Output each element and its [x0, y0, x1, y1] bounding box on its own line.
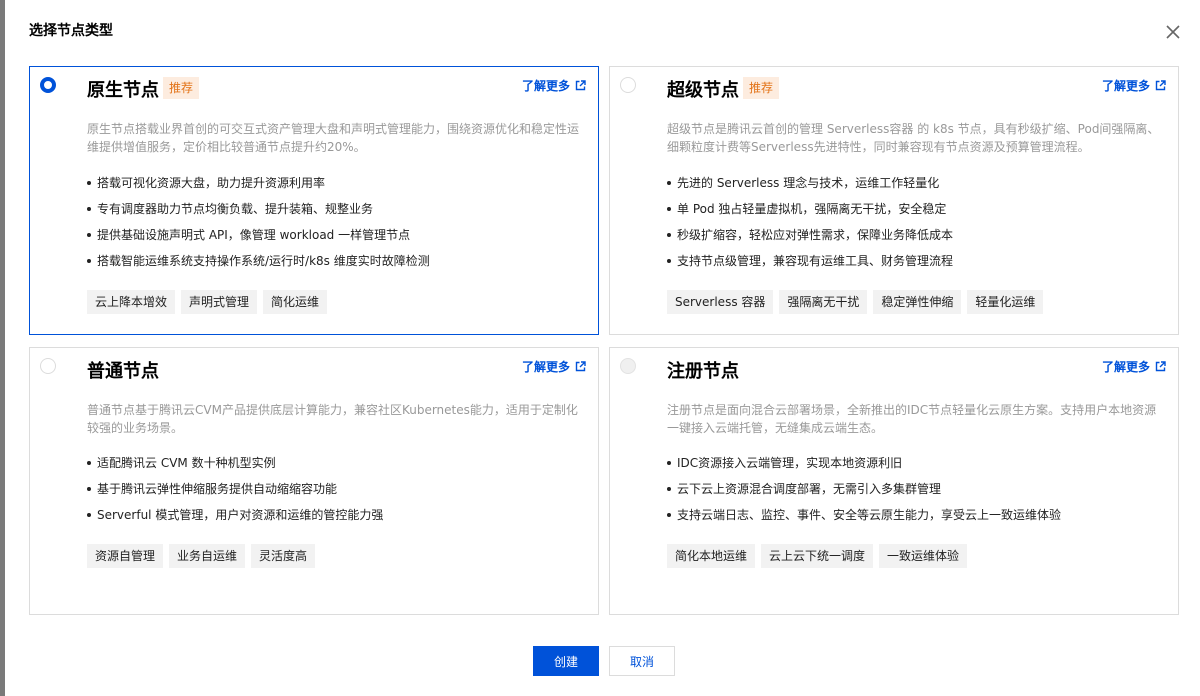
- feature-item: 云下云上资源混合调度部署，无需引入多集群管理: [667, 476, 1061, 502]
- tag: 灵活度高: [251, 544, 316, 568]
- tag-list: 资源自管理 业务自运维 灵活度高: [87, 544, 316, 568]
- feature-item: 搭载智能运维系统支持操作系统/运行时/k8s 维度实时故障检测: [87, 248, 430, 274]
- tag: 简化本地运维: [667, 544, 756, 568]
- feature-item: 支持节点级管理，兼容现有运维工具、财务管理流程: [667, 248, 953, 274]
- external-link-icon: [1155, 80, 1166, 91]
- radio-super-node[interactable]: [620, 77, 636, 93]
- feature-item: 单 Pod 独占轻量虚拟机，强隔离无干扰，安全稳定: [667, 196, 953, 222]
- feature-list: IDC资源接入云端管理，实现本地资源利旧 云下云上资源混合调度部署，无需引入多集…: [667, 450, 1061, 528]
- external-link-icon: [1155, 361, 1166, 372]
- feature-item: 基于腾讯云弹性伸缩服务提供自动缩缩容功能: [87, 476, 383, 502]
- card-title: 超级节点: [667, 80, 739, 101]
- tag: 稳定弹性伸缩: [873, 290, 962, 314]
- learn-more-link[interactable]: 了解更多: [522, 358, 586, 375]
- learn-more-label: 了解更多: [1101, 360, 1150, 374]
- dialog-title: 选择节点类型: [29, 23, 113, 39]
- close-icon[interactable]: [1165, 24, 1181, 40]
- tag: 云上降本增效: [87, 290, 176, 314]
- card-description: 原生节点搭载业界首创的可交互式资产管理大盘和声明式管理能力，围绕资源优化和稳定性…: [87, 122, 580, 154]
- create-button[interactable]: 创建: [533, 646, 599, 676]
- learn-more-label: 了解更多: [1101, 79, 1150, 93]
- feature-list: 适配腾讯云 CVM 数十种机型实例 基于腾讯云弹性伸缩服务提供自动缩缩容功能 S…: [87, 450, 383, 528]
- card-description: 普通节点基于腾讯云CVM产品提供底层计算能力，兼容社区Kubernetes能力，…: [87, 403, 578, 435]
- cancel-button[interactable]: 取消: [609, 646, 675, 676]
- tag-list: 简化本地运维 云上云下统一调度 一致运维体验: [667, 544, 968, 568]
- feature-item: 专有调度器助力节点均衡负载、提升装箱、规整业务: [87, 196, 430, 222]
- feature-item: 提供基础设施声明式 API，像管理 workload 一样管理节点: [87, 222, 430, 248]
- external-link-icon: [575, 80, 586, 91]
- card-super-node[interactable]: 超级节点 推荐 了解更多 超级节点是腾讯云首创的管理 Serverless容器 …: [609, 66, 1179, 335]
- tag: 轻量化运维: [967, 290, 1044, 314]
- feature-item: 先进的 Serverless 理念与技术，运维工作轻量化: [667, 170, 953, 196]
- learn-more-link[interactable]: 了解更多: [522, 77, 586, 94]
- card-title: 普通节点: [87, 361, 159, 382]
- radio-native-node[interactable]: [40, 77, 56, 93]
- tag: Serverless 容器: [667, 290, 774, 314]
- tag: 一致运维体验: [879, 544, 968, 568]
- learn-more-link[interactable]: 了解更多: [1102, 358, 1166, 375]
- learn-more-label: 了解更多: [521, 79, 570, 93]
- tag: 业务自运维: [169, 544, 246, 568]
- card-description: 超级节点是腾讯云首创的管理 Serverless容器 的 k8s 节点，具有秒级…: [667, 122, 1160, 154]
- feature-item: 适配腾讯云 CVM 数十种机型实例: [87, 450, 383, 476]
- recommend-badge: 推荐: [163, 77, 200, 99]
- feature-item: 搭载可视化资源大盘，助力提升资源利用率: [87, 170, 430, 196]
- tag: 强隔离无干扰: [779, 290, 868, 314]
- card-normal-node[interactable]: 普通节点 了解更多 普通节点基于腾讯云CVM产品提供底层计算能力，兼容社区Kub…: [29, 347, 599, 615]
- feature-list: 先进的 Serverless 理念与技术，运维工作轻量化 单 Pod 独占轻量虚…: [667, 170, 953, 274]
- tag-list: Serverless 容器 强隔离无干扰 稳定弹性伸缩 轻量化运维: [667, 290, 1044, 314]
- select-node-type-dialog: 选择节点类型 原生节点 推荐 了解更多 原生节点搭载业界首创的可交互式资产管理大…: [5, 0, 1200, 696]
- tag: 简化运维: [263, 290, 328, 314]
- feature-item: IDC资源接入云端管理，实现本地资源利旧: [667, 450, 1061, 476]
- external-link-icon: [575, 361, 586, 372]
- tag: 云上云下统一调度: [761, 544, 874, 568]
- feature-item: 秒级扩缩容，轻松应对弹性需求，保障业务降低成本: [667, 222, 953, 248]
- card-registered-node[interactable]: 注册节点 了解更多 注册节点是面向混合云部署场景，全新推出的IDC节点轻量化云原…: [609, 347, 1179, 615]
- learn-more-label: 了解更多: [521, 360, 570, 374]
- tag: 声明式管理: [181, 290, 258, 314]
- radio-registered-node[interactable]: [620, 358, 636, 374]
- feature-item: Serverful 模式管理，用户对资源和运维的管控能力强: [87, 502, 383, 528]
- feature-item: 支持云端日志、监控、事件、安全等云原生能力，享受云上一致运维体验: [667, 502, 1061, 528]
- card-title: 注册节点: [667, 361, 739, 382]
- recommend-badge: 推荐: [743, 77, 780, 99]
- card-native-node[interactable]: 原生节点 推荐 了解更多 原生节点搭载业界首创的可交互式资产管理大盘和声明式管理…: [29, 66, 599, 335]
- tag-list: 云上降本增效 声明式管理 简化运维: [87, 290, 328, 314]
- radio-normal-node[interactable]: [40, 358, 56, 374]
- feature-list: 搭载可视化资源大盘，助力提升资源利用率 专有调度器助力节点均衡负载、提升装箱、规…: [87, 170, 430, 274]
- card-description: 注册节点是面向混合云部署场景，全新推出的IDC节点轻量化云原生方案。支持用户本地…: [667, 403, 1157, 435]
- card-title: 原生节点: [87, 80, 159, 101]
- tag: 资源自管理: [87, 544, 164, 568]
- learn-more-link[interactable]: 了解更多: [1102, 77, 1166, 94]
